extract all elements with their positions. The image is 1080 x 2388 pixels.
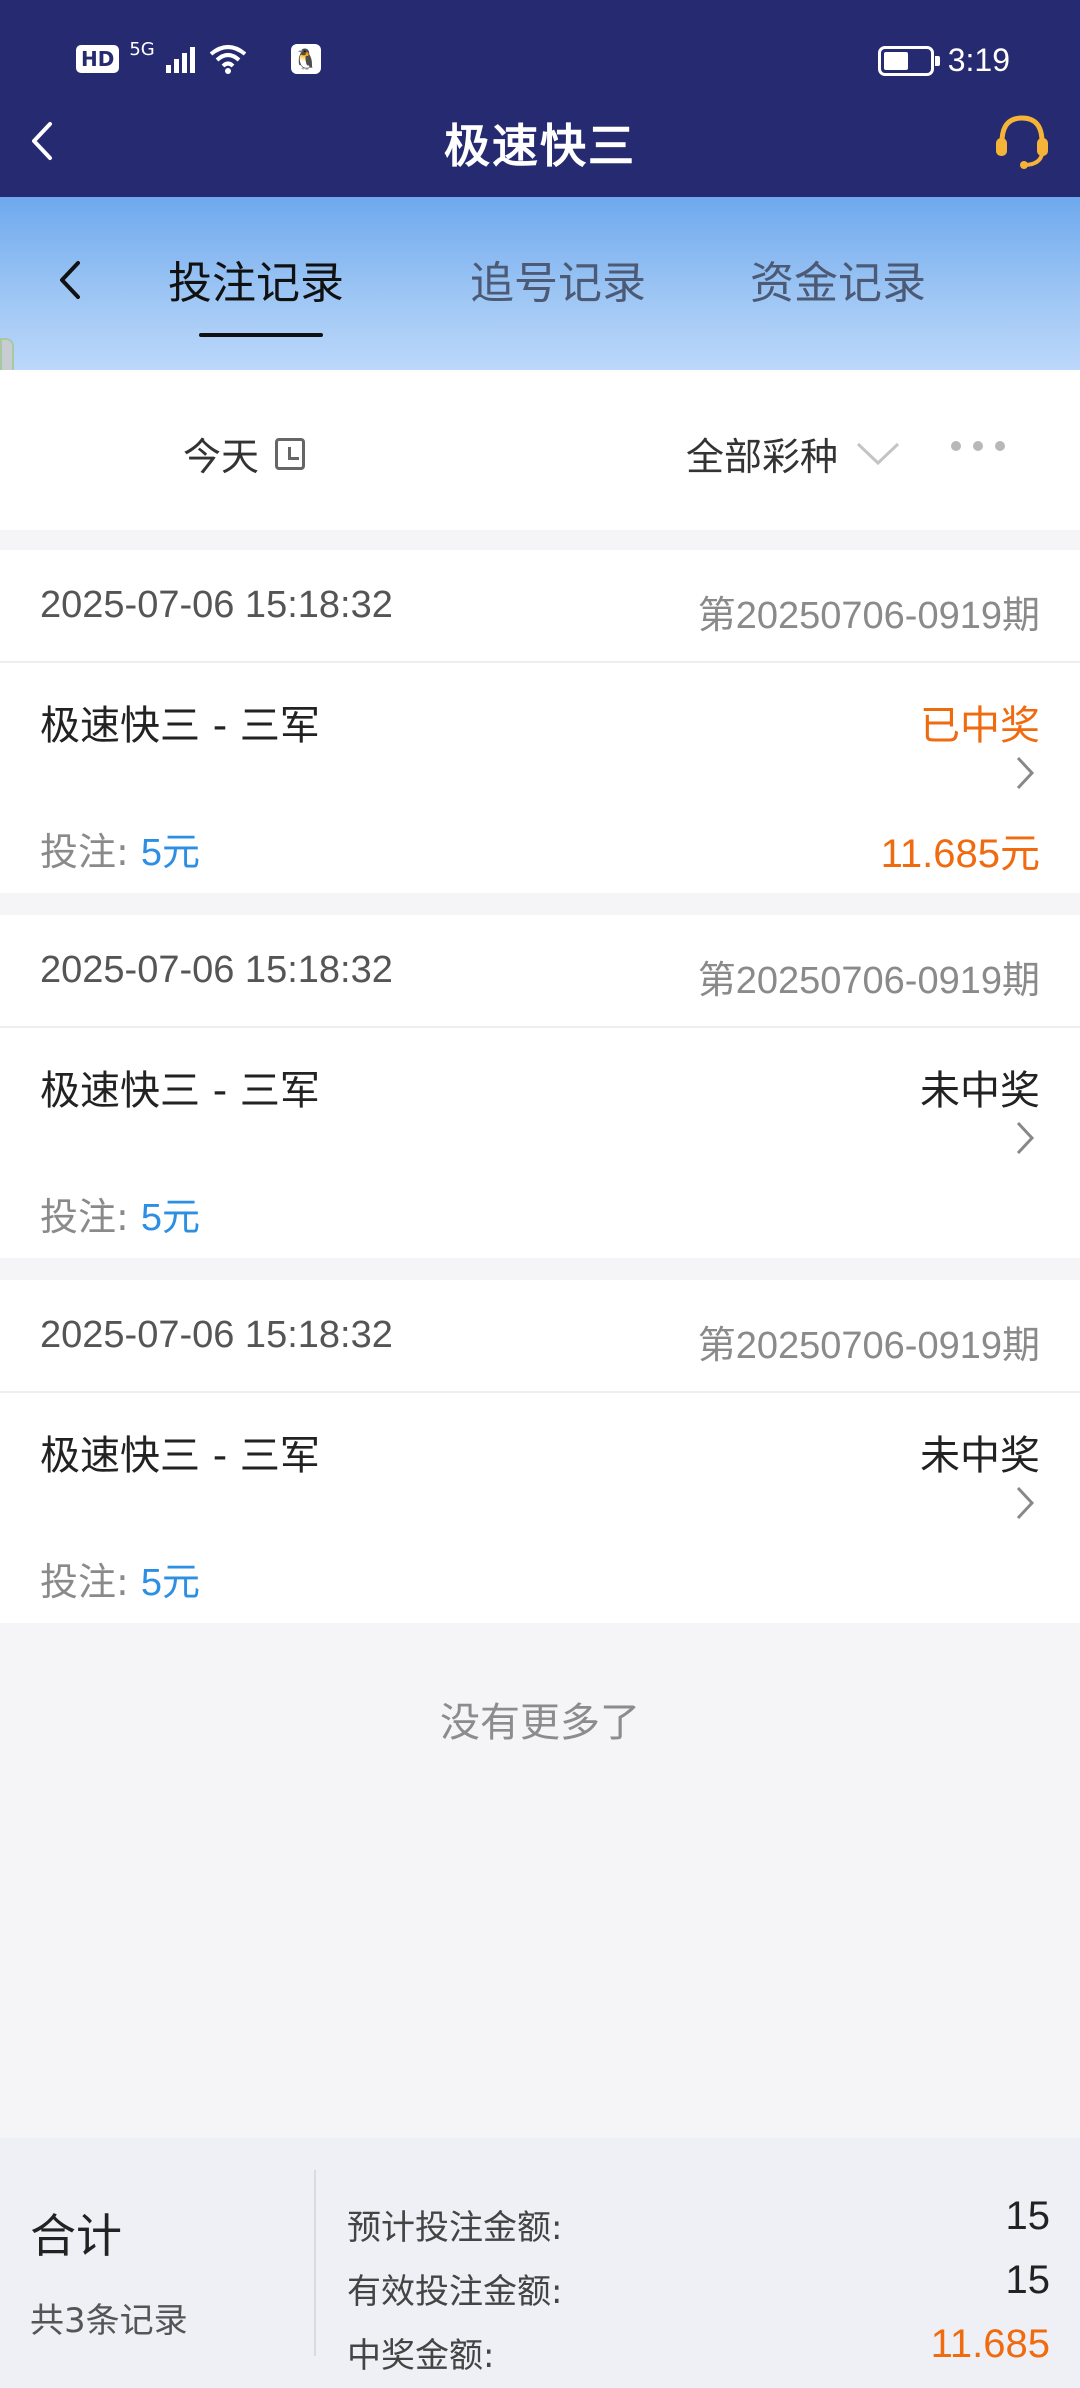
record-bet: 投注: 5元: [40, 821, 200, 876]
record-time: 2025-07-06 15:18:32: [40, 584, 393, 626]
bet-label: 投注:: [40, 830, 129, 874]
record-count: 共3条记录: [30, 2301, 188, 2341]
date-filter[interactable]: 今天: [183, 426, 306, 481]
battery-icon: [877, 45, 940, 76]
tab-bet-records[interactable]: 投注记录: [168, 247, 344, 311]
tab-chase-records[interactable]: 追号记录: [470, 247, 646, 311]
chevron-down-icon: [856, 442, 900, 465]
record-card[interactable]: 2025-07-06 15:18:32 第20250706-0919期 极速快三…: [0, 550, 1080, 893]
lottery-type-label: 全部彩种: [686, 435, 839, 479]
status-left: HD 5G 🐧: [76, 39, 321, 74]
more-icon[interactable]: [948, 436, 1008, 456]
record-time: 2025-07-06 15:18:32: [40, 1314, 393, 1356]
record-body: 极速快三 - 三军 未中奖 投注: 5元: [0, 1028, 1080, 1258]
summary-row-win-amount: 中奖金额: 11.685: [347, 2322, 1050, 2377]
record-bet: 投注: 5元: [40, 1186, 200, 1241]
summary-footer: 合计 共3条记录 预计投注金额: 15 有效投注金额: 15 中奖金额: 11.…: [0, 2138, 1080, 2388]
summary-label: 预计投注金额:: [347, 2208, 563, 2248]
active-tab-indicator: [199, 333, 323, 337]
lottery-type-filter[interactable]: 全部彩种: [686, 426, 900, 481]
tab-bar: 投注记录 追号记录 资金记录: [0, 197, 1080, 370]
summary-divider: [314, 2170, 316, 2356]
tab-back-icon[interactable]: [48, 255, 98, 305]
network-gen-label: 5G: [129, 38, 155, 60]
chevron-right-icon: [1016, 1486, 1035, 1520]
record-header: 2025-07-06 15:18:32 第20250706-0919期: [0, 915, 1080, 1028]
record-status: 已中奖: [920, 703, 1040, 749]
status-right: 3:19: [877, 42, 1010, 79]
bet-label: 投注:: [40, 1560, 129, 1604]
record-lottery-name: 极速快三 - 三军: [40, 1068, 320, 1114]
bet-amount: 5元: [140, 1562, 201, 1604]
summary-value: 15: [1005, 2194, 1051, 2238]
signal-icon: [165, 47, 195, 73]
record-body: 极速快三 - 三军 已中奖 投注: 5元 11.685元: [0, 663, 1080, 893]
summary-label: 有效投注金额:: [347, 2272, 563, 2312]
record-header: 2025-07-06 15:18:32 第20250706-0919期: [0, 1280, 1080, 1393]
date-filter-label: 今天: [183, 435, 260, 479]
no-more-text: 没有更多了: [440, 1700, 640, 1746]
bet-label: 投注:: [40, 1195, 129, 1239]
record-lottery-name: 极速快三 - 三军: [40, 703, 320, 749]
chevron-right-icon: [1016, 1121, 1035, 1155]
record-header: 2025-07-06 15:18:32 第20250706-0919期: [0, 550, 1080, 663]
summary-row-expected-bet: 预计投注金额: 15: [347, 2194, 1050, 2249]
bet-amount: 5元: [140, 1197, 201, 1239]
qq-icon: 🐧: [290, 44, 321, 74]
header: HD 5G 🐧 3:19 极速快三: [0, 0, 1080, 197]
record-card[interactable]: 2025-07-06 15:18:32 第20250706-0919期 极速快三…: [0, 1280, 1080, 1623]
record-issue: 第20250706-0919期: [697, 595, 1040, 637]
record-win-amount: 11.685元: [880, 832, 1040, 876]
tab-fund-records[interactable]: 资金记录: [750, 247, 926, 311]
record-lottery-name: 极速快三 - 三军: [40, 1433, 320, 1479]
filter-bar: 今天 全部彩种: [0, 370, 1080, 530]
record-issue: 第20250706-0919期: [697, 960, 1040, 1002]
clock: 3:19: [947, 42, 1010, 78]
customer-service-icon[interactable]: [990, 108, 1054, 172]
summary-value: 11.685: [930, 2322, 1050, 2366]
record-status: 未中奖: [920, 1068, 1040, 1114]
bet-amount: 5元: [140, 832, 201, 874]
record-time: 2025-07-06 15:18:32: [40, 949, 393, 991]
summary-title: 合计: [30, 2209, 122, 2263]
calendar-icon: [275, 437, 306, 470]
chevron-right-icon: [1016, 756, 1035, 790]
summary-row-valid-bet: 有效投注金额: 15: [347, 2258, 1050, 2313]
record-issue: 第20250706-0919期: [697, 1325, 1040, 1367]
record-body: 极速快三 - 三军 未中奖 投注: 5元: [0, 1393, 1080, 1623]
record-status: 未中奖: [920, 1433, 1040, 1479]
record-card[interactable]: 2025-07-06 15:18:32 第20250706-0919期 极速快三…: [0, 915, 1080, 1258]
wifi-icon: [209, 45, 247, 74]
battery-level: [883, 51, 908, 70]
summary-value: 15: [1005, 2258, 1051, 2302]
nav-bar: 极速快三: [0, 100, 1080, 197]
record-bet: 投注: 5元: [40, 1551, 200, 1606]
summary-label: 中奖金额:: [347, 2336, 495, 2376]
hd-icon: HD: [76, 45, 120, 73]
page-title: 极速快三: [444, 119, 636, 173]
